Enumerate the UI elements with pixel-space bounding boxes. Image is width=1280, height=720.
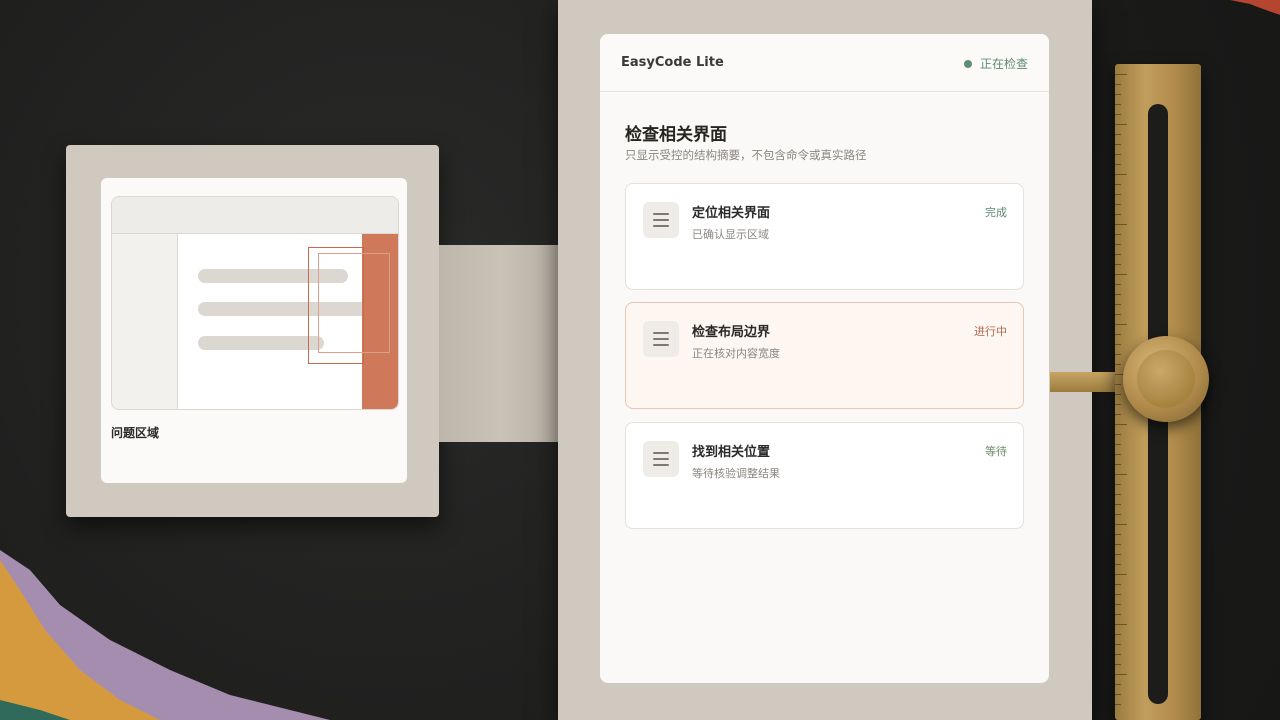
ruler-tick — [1115, 204, 1121, 205]
ruler-tick — [1115, 484, 1121, 485]
status-text: 正在检查 — [979, 57, 1028, 71]
ruler-tick — [1115, 74, 1127, 75]
ruler-tick — [1115, 694, 1121, 695]
app-header: EasyCode Lite 正在检查 — [600, 34, 1049, 92]
ruler-tick — [1115, 524, 1127, 525]
ruler-tick — [1115, 514, 1121, 515]
step-description: 等待核验调整结果 — [692, 467, 780, 480]
mini-content-line — [198, 336, 324, 350]
ruler-tick — [1115, 294, 1121, 295]
step-card-check-layout[interactable]: 检查布局边界 正在核对内容宽度 进行中 — [625, 302, 1024, 409]
ruler-tick — [1115, 434, 1121, 435]
ruler-tick — [1115, 354, 1121, 355]
ruler-knob-cap — [1137, 350, 1195, 408]
ruler-tick — [1115, 624, 1127, 625]
step-title: 定位相关界面 — [692, 206, 771, 221]
ruler-tick — [1115, 384, 1121, 385]
step-status: 完成 — [985, 206, 1007, 219]
ruler-tick — [1115, 394, 1121, 395]
ruler-tick — [1115, 314, 1121, 315]
mini-window-preview — [111, 196, 399, 410]
step-description: 已确认显示区域 — [692, 228, 769, 241]
ruler-tick — [1115, 554, 1121, 555]
ruler-tick — [1115, 284, 1121, 285]
ruler-tick — [1115, 474, 1127, 475]
app-screen: EasyCode Lite 正在检查 检查相关界面 只显示受控的结构摘要，不包含… — [600, 34, 1049, 683]
mini-sidebar — [112, 234, 178, 409]
ruler-tick — [1115, 244, 1121, 245]
ruler-tick — [1115, 364, 1121, 365]
status-indicator: 正在检查 — [963, 55, 1028, 72]
step-status: 等待 — [985, 445, 1007, 458]
ruler-tick — [1115, 154, 1121, 155]
ruler-tick — [1115, 684, 1121, 685]
ruler-tick — [1115, 494, 1121, 495]
ruler-tick — [1115, 444, 1121, 445]
ruler-tick — [1115, 464, 1121, 465]
step-card-find-position[interactable]: 找到相关位置 等待核验调整结果 等待 — [625, 422, 1024, 529]
ruler-tick — [1115, 274, 1127, 275]
ruler-tick — [1115, 114, 1121, 115]
ruler-tick — [1115, 344, 1121, 345]
ruler-tick — [1115, 634, 1121, 635]
ruler-tick — [1115, 404, 1121, 405]
ruler-tick — [1115, 564, 1121, 565]
ruler-tick — [1115, 544, 1121, 545]
ruler-tick — [1115, 84, 1121, 85]
ruler-tick — [1115, 604, 1121, 605]
ruler-tick — [1115, 704, 1121, 705]
ruler-tick — [1115, 264, 1121, 265]
ruler-tick — [1115, 134, 1121, 135]
ruler-tick — [1115, 504, 1121, 505]
ruler-tick — [1115, 664, 1121, 665]
ruler-tick — [1115, 174, 1127, 175]
ruler-tick — [1115, 454, 1121, 455]
page-subtitle: 只显示受控的结构摘要，不包含命令或真实路径 — [625, 148, 867, 162]
ruler-tick — [1115, 94, 1121, 95]
step-description: 正在核对内容宽度 — [692, 347, 780, 360]
connector-strap — [439, 245, 561, 442]
mini-topbar — [112, 197, 398, 234]
ruler-tick — [1115, 194, 1121, 195]
ruler-tick — [1115, 654, 1121, 655]
paper-decoration — [0, 550, 330, 720]
ruler-tick — [1115, 674, 1127, 675]
ruler-tick — [1115, 304, 1121, 305]
ruler-tick — [1115, 214, 1121, 215]
ruler-tick — [1115, 594, 1121, 595]
step-status: 进行中 — [974, 325, 1007, 338]
ruler-tick — [1115, 184, 1121, 185]
step-card-locate[interactable]: 定位相关界面 已确认显示区域 完成 — [625, 183, 1024, 290]
ruler-tick — [1115, 584, 1121, 585]
ruler-tick — [1115, 614, 1121, 615]
ruler-tick — [1115, 124, 1127, 125]
ruler-tick — [1115, 234, 1121, 235]
ruler-tick — [1115, 424, 1127, 425]
ruler-tick — [1115, 164, 1121, 165]
menu-lines-icon — [643, 202, 679, 238]
status-dot-icon — [963, 59, 972, 68]
ruler-tick — [1115, 574, 1127, 575]
menu-lines-icon — [643, 441, 679, 477]
ruler-tick — [1115, 104, 1121, 105]
ruler-tick — [1115, 334, 1121, 335]
paper-corner-decoration — [1230, 0, 1280, 15]
ruler-tick — [1115, 144, 1121, 145]
ruler-tick — [1115, 414, 1121, 415]
preview-card: 问题区域 — [101, 178, 407, 483]
menu-lines-icon — [643, 321, 679, 357]
preview-caption: 问题区域 — [111, 426, 160, 440]
app-title: EasyCode Lite — [621, 55, 724, 70]
ruler-knob[interactable] — [1123, 336, 1209, 422]
ruler-tick — [1115, 224, 1127, 225]
boundary-outline-secondary — [318, 253, 390, 353]
step-title: 检查布局边界 — [692, 325, 771, 340]
ruler-tick — [1115, 324, 1127, 325]
ruler-tick — [1115, 644, 1121, 645]
ruler-tick — [1115, 254, 1121, 255]
step-title: 找到相关位置 — [692, 445, 771, 460]
page-title: 检查相关界面 — [625, 125, 727, 145]
ruler-tick — [1115, 534, 1121, 535]
